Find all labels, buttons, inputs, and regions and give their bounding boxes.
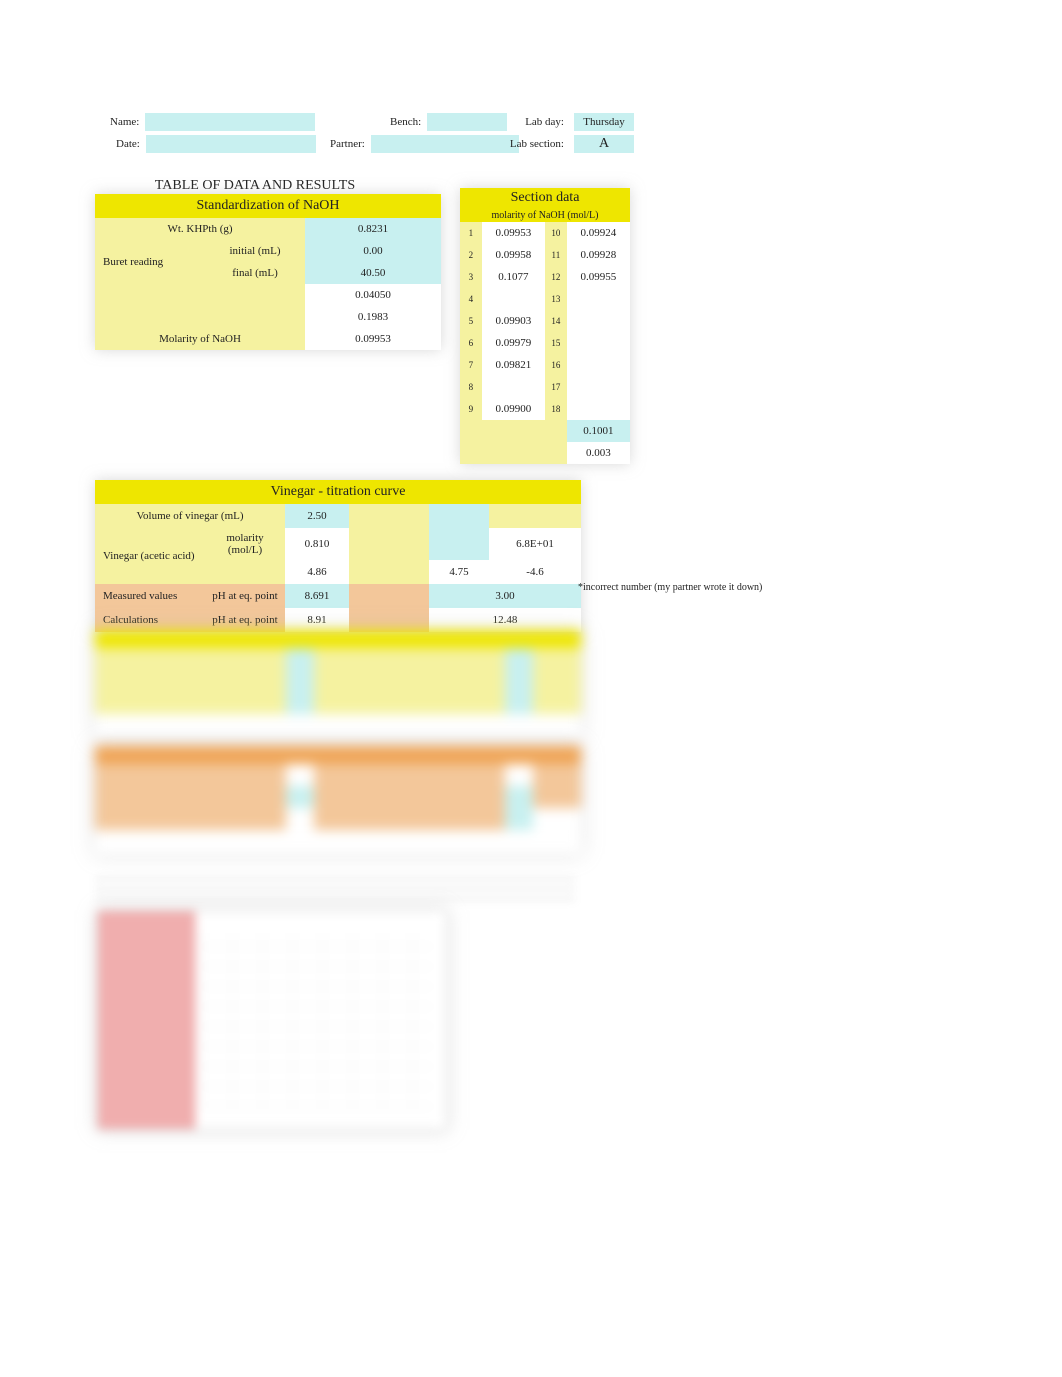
sd-val: 0.09955 bbox=[567, 266, 630, 288]
std-header: Standardization of NaOH bbox=[95, 194, 441, 218]
molarity-value: 0.09953 bbox=[305, 328, 441, 350]
sd-idx: 11 bbox=[545, 244, 567, 266]
vin-vol-label: Volume of vinegar (mL) bbox=[95, 504, 285, 528]
standardization-table: Standardization of NaOH Wt. KHPth (g) 0.… bbox=[95, 194, 441, 350]
sd-val: 0.09900 bbox=[482, 398, 545, 420]
sd-val: 0.09821 bbox=[482, 354, 545, 376]
date-label: Date: bbox=[116, 138, 140, 150]
blurred-table-1 bbox=[95, 630, 581, 738]
vin-exp-c: -4.6 bbox=[489, 560, 581, 584]
sd-idx: 8 bbox=[460, 376, 482, 398]
calc-ph: 8.91 bbox=[285, 608, 349, 632]
molarity-label: Molarity of NaOH bbox=[95, 328, 305, 350]
vin-row3a: 4.86 bbox=[285, 560, 349, 584]
partner-field[interactable] bbox=[371, 135, 519, 153]
calc-right: 12.48 bbox=[429, 608, 581, 632]
wt-value: 0.8231 bbox=[305, 218, 441, 240]
sd-val: 0.09924 bbox=[567, 222, 630, 244]
sd-val bbox=[567, 354, 630, 376]
vin-acid-label: Vinegar (acetic acid) bbox=[95, 528, 205, 584]
labday-value: Thursday bbox=[574, 113, 634, 131]
section-data-table: Section data molarity of NaOH (mol/L) 10… bbox=[460, 188, 630, 464]
date-field[interactable] bbox=[146, 135, 316, 153]
sd-val: 0.09979 bbox=[482, 332, 545, 354]
std-val-1: 0.04050 bbox=[305, 284, 441, 306]
sd-idx: 6 bbox=[460, 332, 482, 354]
sd-idx: 14 bbox=[545, 310, 567, 332]
sd-val: 0.09928 bbox=[567, 244, 630, 266]
blurred-text bbox=[95, 870, 575, 900]
sd-idx: 13 bbox=[545, 288, 567, 310]
sd-idx: 12 bbox=[545, 266, 567, 288]
sd-idx: 17 bbox=[545, 376, 567, 398]
measured-ph: 8.691 bbox=[285, 584, 349, 608]
sd-val bbox=[567, 310, 630, 332]
vin-molarity-value: 0.810 bbox=[285, 528, 349, 560]
sd-val: 0.09903 bbox=[482, 310, 545, 332]
blurred-chart bbox=[97, 910, 447, 1130]
sd-val bbox=[567, 398, 630, 420]
wt-label: Wt. KHPth (g) bbox=[95, 218, 305, 240]
section-avg: 0.1001 bbox=[567, 420, 630, 442]
section-header: Section data bbox=[460, 188, 630, 208]
sd-val: 0.1077 bbox=[482, 266, 545, 288]
bench-label: Bench: bbox=[390, 116, 421, 128]
sd-idx: 4 bbox=[460, 288, 482, 310]
section-sd: 0.003 bbox=[567, 442, 630, 464]
name-field[interactable] bbox=[145, 113, 315, 131]
bench-field[interactable] bbox=[427, 113, 507, 131]
sd-idx: 16 bbox=[545, 354, 567, 376]
labday-label: Lab day: bbox=[500, 116, 564, 128]
final-label: final (mL) bbox=[205, 262, 305, 284]
measured-right: 3.00 bbox=[429, 584, 581, 608]
sd-idx: 15 bbox=[545, 332, 567, 354]
sd-val: 0.09958 bbox=[482, 244, 545, 266]
name-label: Name: bbox=[110, 116, 139, 128]
vinegar-header: Vinegar - titration curve bbox=[95, 480, 581, 504]
sd-idx: 3 bbox=[460, 266, 482, 288]
vin-vol-value: 2.50 bbox=[285, 504, 349, 528]
ph-label-1: pH at eq. point bbox=[205, 584, 285, 608]
sd-idx: 18 bbox=[545, 398, 567, 420]
vin-molarity-label: molarity (mol/L) bbox=[205, 528, 285, 560]
vin-row3b: 4.75 bbox=[429, 560, 489, 584]
sd-idx: 10 bbox=[545, 222, 567, 244]
labsection-value: A bbox=[574, 135, 634, 153]
sd-val: 0.09953 bbox=[482, 222, 545, 244]
sd-val bbox=[567, 376, 630, 398]
sd-idx: 5 bbox=[460, 310, 482, 332]
partner-label: Partner: bbox=[330, 138, 365, 150]
section-subheader: molarity of NaOH (mol/L) bbox=[460, 208, 630, 222]
blurred-table-2 bbox=[95, 746, 581, 854]
sd-val bbox=[482, 288, 545, 310]
vinegar-note: *incorrect number (my partner wrote it d… bbox=[578, 582, 762, 593]
sd-val bbox=[567, 332, 630, 354]
sd-idx: 1 bbox=[460, 222, 482, 244]
buret-label: Buret reading bbox=[95, 240, 205, 284]
labsection-label: Lab section: bbox=[500, 138, 564, 150]
sd-idx: 7 bbox=[460, 354, 482, 376]
sd-idx: 9 bbox=[460, 398, 482, 420]
sd-val bbox=[482, 376, 545, 398]
ph-label-2: pH at eq. point bbox=[205, 608, 285, 632]
std-val-2: 0.1983 bbox=[305, 306, 441, 328]
measured-label: Measured values bbox=[95, 584, 205, 608]
vinegar-table: Vinegar - titration curve Volume of vine… bbox=[95, 480, 581, 632]
initial-value: 0.00 bbox=[305, 240, 441, 262]
vin-exp-b: 6.8E+01 bbox=[489, 528, 581, 560]
page-title: TABLE OF DATA AND RESULTS bbox=[95, 178, 415, 194]
sd-val bbox=[567, 288, 630, 310]
calc-label: Calculations bbox=[95, 608, 205, 632]
sd-idx: 2 bbox=[460, 244, 482, 266]
initial-label: initial (mL) bbox=[205, 240, 305, 262]
final-value: 40.50 bbox=[305, 262, 441, 284]
